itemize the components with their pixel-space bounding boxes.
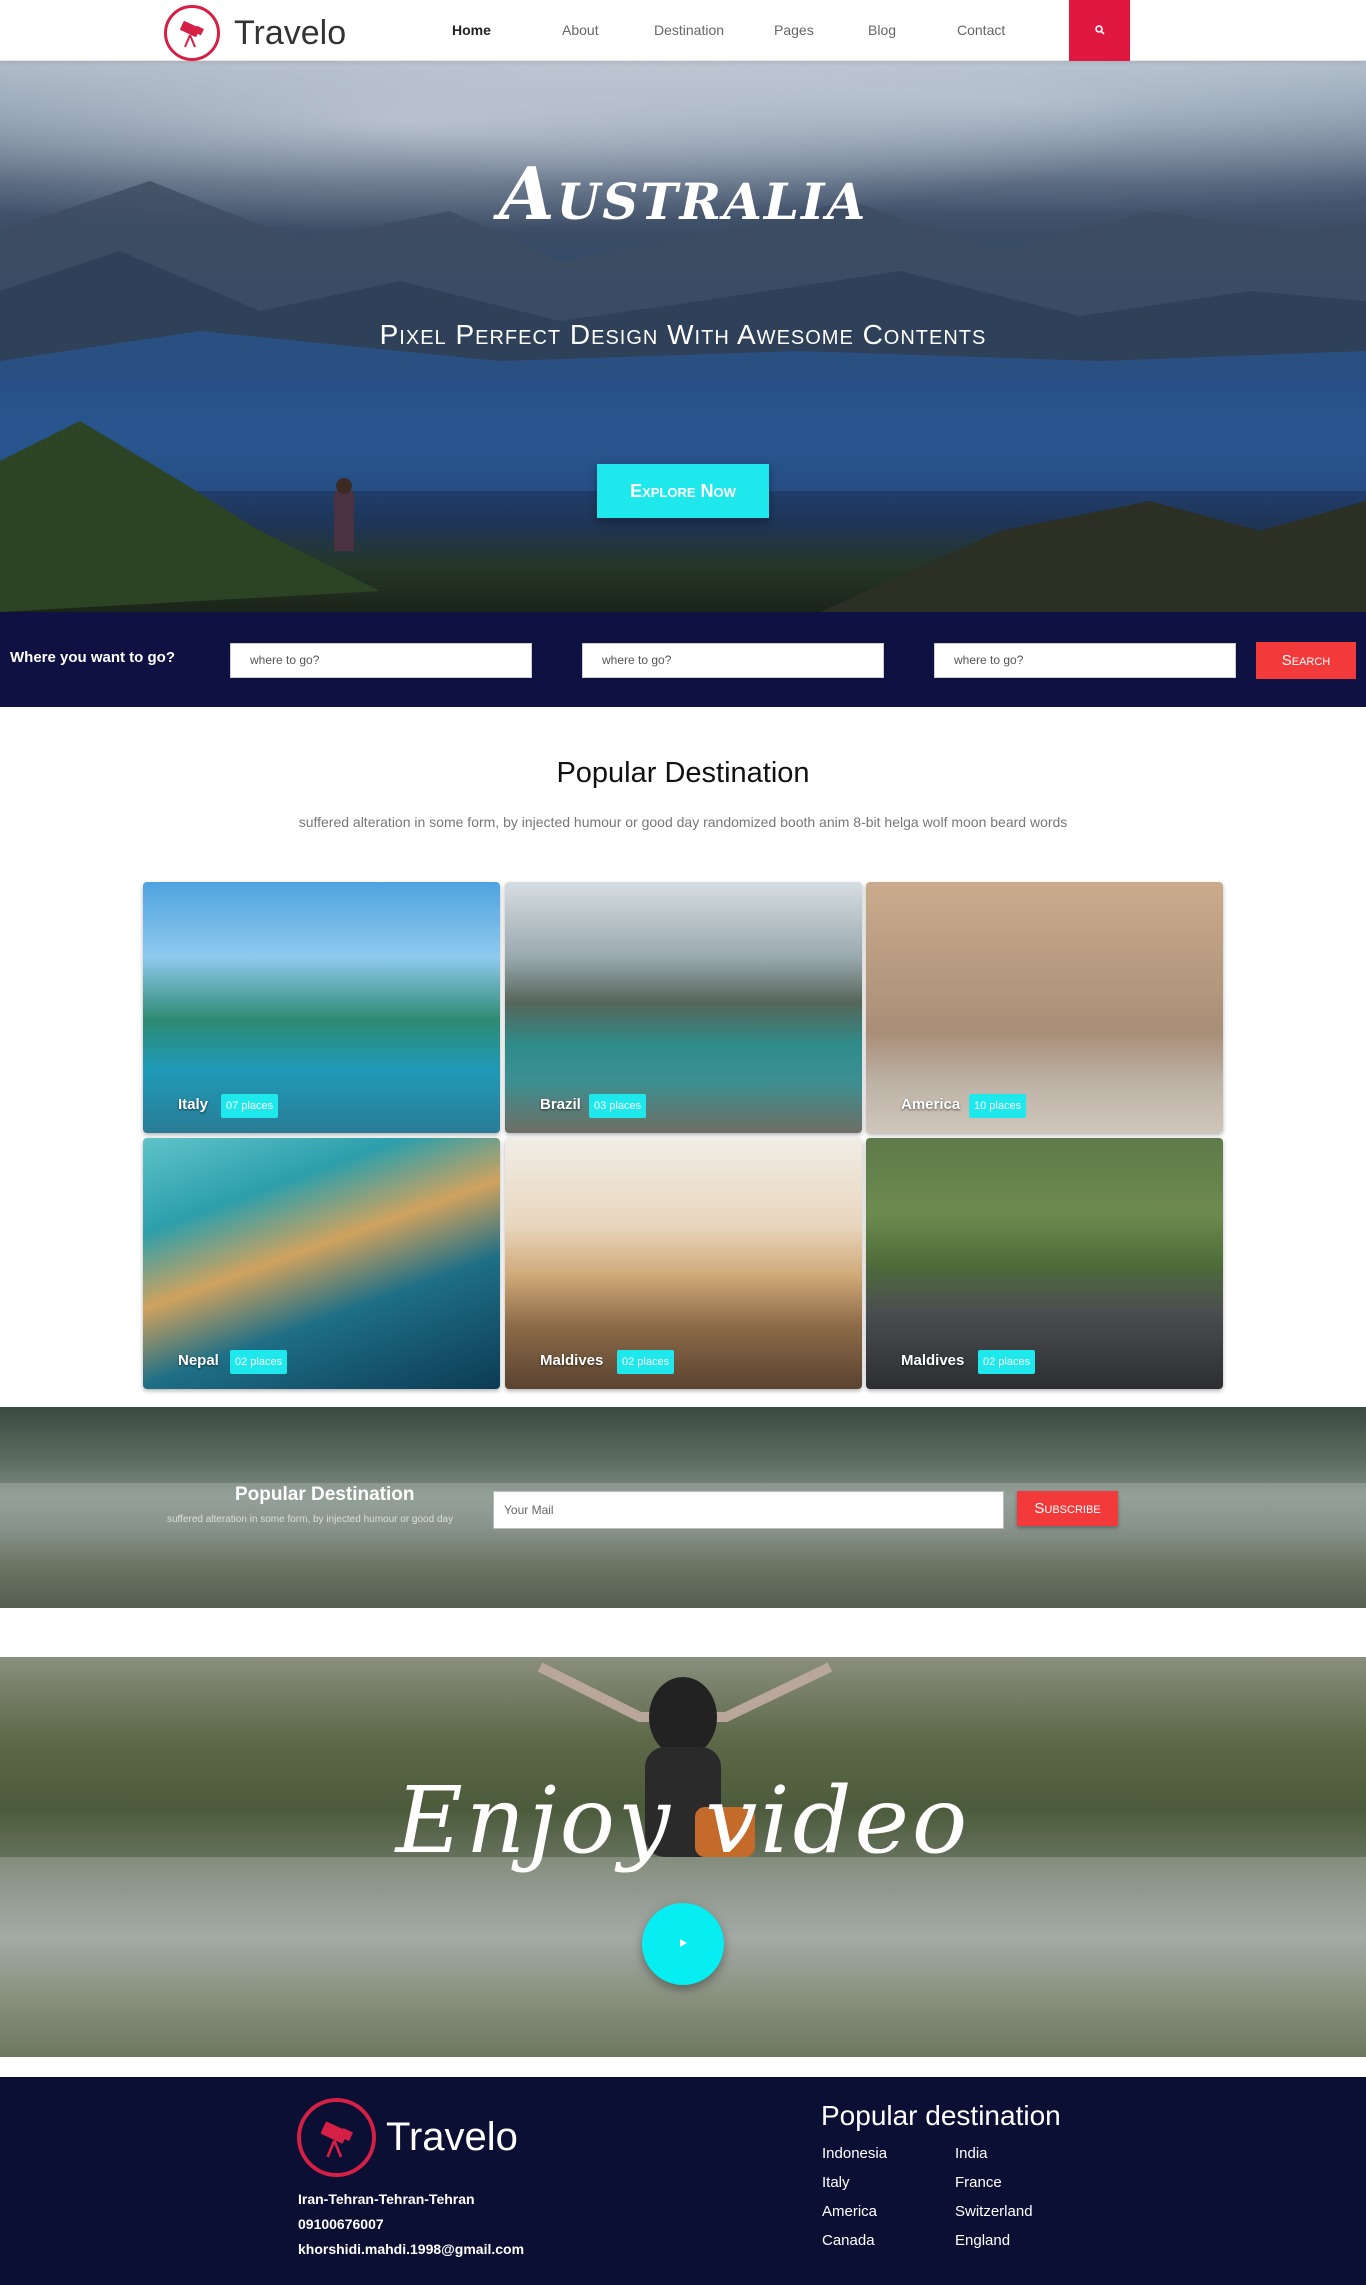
footer-link[interactable]: France bbox=[955, 2168, 1033, 2197]
email-field[interactable]: Your Mail bbox=[493, 1491, 1004, 1529]
hero-title: Australia bbox=[498, 151, 868, 236]
hero-banner: Australia Pixel Perfect Design With Awes… bbox=[0, 61, 1366, 612]
play-video-button[interactable] bbox=[642, 1903, 724, 1985]
search-bar-label: Where you want to go? bbox=[10, 649, 175, 666]
card-country-name: Italy bbox=[178, 1096, 209, 1113]
footer-link[interactable]: Switzerland bbox=[955, 2197, 1033, 2226]
card-places-badge: 02 places bbox=[617, 1350, 675, 1374]
newsletter-description: suffered alteration in some form, by inj… bbox=[167, 1514, 454, 1525]
destination-card-italy[interactable]: Italy 07 places bbox=[143, 882, 500, 1133]
footer-link[interactable]: England bbox=[955, 2226, 1033, 2255]
nav-contact[interactable]: Contact bbox=[957, 22, 1047, 38]
telescope-icon bbox=[164, 5, 220, 61]
footer-link[interactable]: Canada bbox=[822, 2226, 887, 2255]
footer-link[interactable]: America bbox=[822, 2197, 887, 2226]
card-places-badge: 03 places bbox=[589, 1094, 647, 1118]
card-places-badge: 02 places bbox=[230, 1350, 288, 1374]
card-places-badge: 02 places bbox=[978, 1350, 1036, 1374]
newsletter-section: Popular Destination suffered alteration … bbox=[0, 1407, 1366, 1608]
nav-about[interactable]: About bbox=[562, 22, 654, 38]
card-country-name: Maldives bbox=[901, 1352, 965, 1369]
destination-card-maldives-2[interactable]: Maldives 02 places bbox=[866, 1138, 1223, 1389]
main-menu: Home About Destination Pages Blog Contac… bbox=[452, 0, 1047, 60]
where-to-go-input-2[interactable]: where to go? bbox=[582, 643, 884, 678]
destination-search-bar: Where you want to go? where to go? where… bbox=[0, 612, 1366, 707]
popular-destination-description: suffered alteration in some form, by inj… bbox=[298, 814, 1068, 830]
footer-brand-logo[interactable]: Travelo bbox=[297, 2098, 518, 2177]
footer-destination-column-2: India France Switzerland England bbox=[955, 2139, 1033, 2255]
search-submit-button[interactable]: Search bbox=[1256, 642, 1356, 679]
destination-card-brazil[interactable]: Brazil 03 places bbox=[505, 882, 862, 1133]
footer-email[interactable]: khorshidi.mahdi.1998@gmail.com bbox=[298, 2241, 524, 2257]
nav-home[interactable]: Home bbox=[452, 22, 562, 38]
video-title: Enjoy video bbox=[395, 1767, 971, 1874]
brand-name: Travelo bbox=[234, 13, 347, 52]
footer-phone: 09100676007 bbox=[298, 2216, 384, 2232]
popular-destination-title: Popular Destination bbox=[556, 757, 810, 789]
footer-link[interactable]: Italy bbox=[822, 2168, 887, 2197]
footer-popular-destination-title: Popular destination bbox=[821, 2100, 1061, 2131]
brand-logo[interactable]: Travelo bbox=[164, 5, 346, 61]
newsletter-title: Popular Destination bbox=[235, 1484, 415, 1505]
footer-link[interactable]: Indonesia bbox=[822, 2139, 887, 2168]
card-country-name: America bbox=[901, 1096, 961, 1113]
card-country-name: Nepal bbox=[178, 1352, 219, 1369]
site-footer: Travelo Iran-Tehran-Tehran-Tehran 091006… bbox=[0, 2077, 1366, 2285]
nav-blog[interactable]: Blog bbox=[868, 22, 957, 38]
telescope-icon bbox=[297, 2098, 376, 2177]
hero-subtitle: Pixel Perfect Design With Awesome Conten… bbox=[379, 319, 987, 350]
video-section: Enjoy video bbox=[0, 1657, 1366, 2057]
search-button[interactable] bbox=[1069, 0, 1130, 61]
footer-brand-name: Travelo bbox=[386, 2115, 518, 2159]
card-country-name: Maldives bbox=[540, 1352, 604, 1369]
where-to-go-input-1[interactable]: where to go? bbox=[230, 643, 532, 678]
play-icon bbox=[678, 1935, 688, 1953]
where-to-go-input-3[interactable]: where to go? bbox=[934, 643, 1236, 678]
footer-link[interactable]: India bbox=[955, 2139, 1033, 2168]
destination-card-nepal[interactable]: Nepal 02 places bbox=[143, 1138, 500, 1389]
card-country-name: Brazil bbox=[540, 1096, 581, 1113]
footer-destination-column-1: Indonesia Italy America Canada bbox=[822, 2139, 887, 2255]
destination-card-america[interactable]: America 10 places bbox=[866, 882, 1223, 1133]
nav-pages[interactable]: Pages bbox=[774, 22, 868, 38]
nav-destination[interactable]: Destination bbox=[654, 22, 774, 38]
search-icon bbox=[1094, 22, 1105, 40]
destination-card-maldives-1[interactable]: Maldives 02 places bbox=[505, 1138, 862, 1389]
explore-now-button[interactable]: Explore Now bbox=[597, 464, 769, 518]
footer-address: Iran-Tehran-Tehran-Tehran bbox=[298, 2191, 475, 2207]
top-navbar: Travelo Home About Destination Pages Blo… bbox=[0, 0, 1366, 61]
card-places-badge: 07 places bbox=[221, 1094, 279, 1118]
subscribe-button[interactable]: Subscribe bbox=[1017, 1491, 1118, 1526]
card-places-badge: 10 places bbox=[969, 1094, 1027, 1118]
